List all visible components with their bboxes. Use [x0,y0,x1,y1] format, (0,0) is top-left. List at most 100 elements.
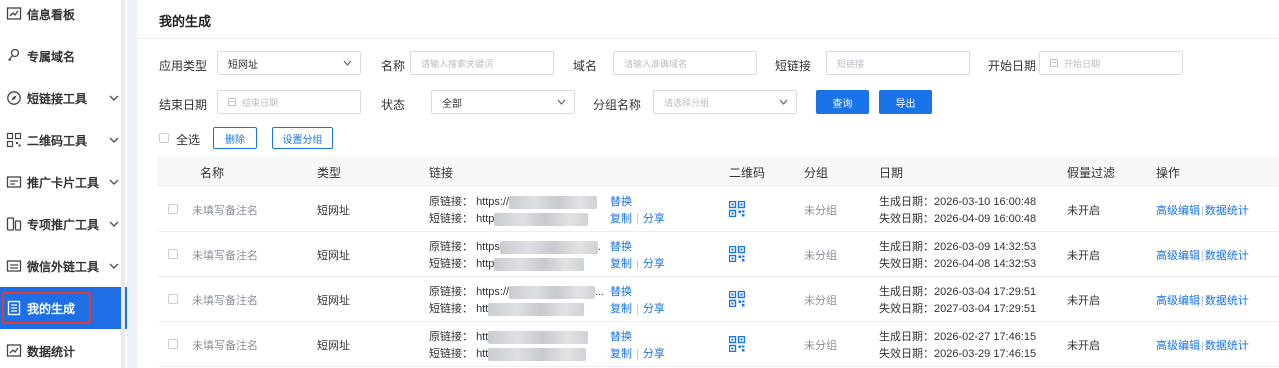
row-created: 生成日期：2026-03-04 17:29:51 [879,283,1036,299]
short-prefix: htt [476,303,489,315]
replace-link[interactable]: 替换 [610,283,632,299]
start-date-input[interactable]: 开始日期 [1039,51,1183,75]
share-link[interactable]: 分享 [643,213,665,225]
short-prefix: htt [476,348,489,360]
expires-label: 失效日期： [879,213,934,225]
name-input[interactable]: 请输入搜索关键词 [410,51,554,75]
sidebar-item-card[interactable]: 推广卡片工具 [0,161,127,203]
table-row: 未填写备注名 短网址 原链接： https. 短链接： http 替换 复制 | 分… [157,232,1279,277]
advanced-edit-link[interactable]: 高级编辑 [1156,295,1200,307]
sidebar-item-shortlink[interactable]: 短链接工具 [0,77,127,119]
sidebar-item-my-generated[interactable]: 我的生成 [0,287,127,329]
data-stats-link[interactable]: 数据统计 [1205,295,1249,307]
select-all-checkbox[interactable] [159,133,169,143]
row-type: 短网址 [317,205,350,217]
share-link[interactable]: 分享 [643,348,665,360]
query-button[interactable]: 查询 [816,90,869,114]
table-row: 未填写备注名 短网址 原链接： https:// 短链接： http 替换 复制… [157,187,1279,232]
separator: | [636,303,639,315]
col-link: 链接 [429,166,454,180]
redacted-url [494,212,589,226]
separator: | [1201,250,1204,262]
row-link-actions: 复制 | 分享 [610,210,665,226]
row-type: 短网址 [317,295,350,307]
orig-label: 原链接： [429,196,473,208]
row-checkbox[interactable] [168,294,178,304]
copy-link[interactable]: 复制 [610,213,632,225]
status-select[interactable]: 全部 [431,90,575,114]
copy-link[interactable]: 复制 [610,348,632,360]
row-checkbox[interactable] [168,204,178,214]
replace-link[interactable]: 替换 [610,193,632,209]
sidebar-item-label: 微信外链工具 [27,259,100,274]
short-label: 短链接： [429,213,473,225]
row-checkbox[interactable] [168,249,178,259]
advanced-edit-link[interactable]: 高级编辑 [1156,340,1200,352]
row-expires: 失效日期：2027-03-04 17:29:51 [879,300,1036,316]
replace-link[interactable]: 替换 [610,238,632,254]
orig-prefix: https:// [476,286,510,298]
advanced-edit-link[interactable]: 高级编辑 [1156,205,1200,217]
sidebar-item-stats[interactable]: 数据统计 [0,330,127,368]
chevron-down-icon [109,179,119,185]
domain-input[interactable]: 请输入准确域名 [613,51,757,75]
divider [137,38,1279,39]
expires-value: 2026-03-29 17:46:15 [934,348,1037,360]
data-stats-link[interactable]: 数据统计 [1205,340,1249,352]
created-value: 2026-02-27 17:46:15 [934,331,1037,343]
share-link[interactable]: 分享 [643,303,665,315]
compass-icon [6,90,22,106]
main-panel: 我的生成 应用类型 短网址 名称 请输入搜索关键词 域名 请输入准确域名 短链接… [137,0,1279,368]
end-date-input[interactable]: 结束日期 [217,90,361,114]
sidebar-item-label: 信息看板 [27,7,76,22]
delete-button[interactable]: 删除 [213,127,257,149]
row-expires: 失效日期：2026-04-09 16:00:48 [879,210,1036,226]
sidebar-scrollbar[interactable] [121,0,125,368]
row-link-actions: 复制 | 分享 [610,300,665,316]
short-label: 短链接： [429,348,473,360]
row-name: 未填写备注名 [192,340,258,352]
orig-link: 原链接： https://... [429,283,604,299]
created-value: 2026-03-09 14:32:53 [934,241,1037,253]
expires-value: 2026-04-09 16:00:48 [934,213,1037,225]
expires-label: 失效日期： [879,348,934,360]
short-label: 短链接： [429,258,473,270]
sidebar-item-domain[interactable]: 专属域名 [0,35,127,77]
export-button[interactable]: 导出 [879,90,932,114]
sidebar-item-dashboard[interactable]: 信息看板 [0,0,127,35]
advanced-edit-link[interactable]: 高级编辑 [1156,250,1200,262]
row-link-actions: 复制 | 分享 [610,255,665,271]
data-stats-link[interactable]: 数据统计 [1205,250,1249,262]
row-name: 未填写备注名 [192,205,258,217]
name-label: 名称 [381,59,406,73]
sidebar-item-qrcode[interactable]: 二维码工具 [0,119,127,161]
app-type-select[interactable]: 短网址 [217,51,361,75]
row-checkbox[interactable] [168,339,178,349]
qrcode-icon[interactable] [729,201,745,217]
qrcode-icon[interactable] [729,246,745,262]
expires-value: 2026-04-08 14:32:53 [934,258,1037,270]
row-group: 未分组 [804,205,837,217]
short-link: 短链接： htt [429,300,585,316]
copy-link[interactable]: 复制 [610,303,632,315]
short-link-input[interactable]: 短链接 [826,51,970,75]
share-link[interactable]: 分享 [643,258,665,270]
sidebar-item-label: 推广卡片工具 [27,175,100,190]
created-label: 生成日期： [879,331,934,343]
copy-link[interactable]: 复制 [610,258,632,270]
link-domain-icon [6,48,22,64]
row-group: 未分组 [804,250,837,262]
sidebar-item-wechat[interactable]: 微信外链工具 [0,245,127,287]
group-select[interactable]: 请选择分组 [653,90,797,114]
data-stats-link[interactable]: 数据统计 [1205,205,1249,217]
qrcode-icon[interactable] [729,291,745,307]
qrcode-icon[interactable] [729,336,745,352]
sidebar-item-special[interactable]: 专项推广工具 [0,203,127,245]
short-link-placeholder: 短链接 [837,58,865,69]
row-expires: 失效日期：2026-04-08 14:32:53 [879,255,1036,271]
short-link-label: 短链接 [775,59,812,73]
replace-link[interactable]: 替换 [610,328,632,344]
set-group-button[interactable]: 设置分组 [272,127,333,149]
orig-label: 原链接： [429,286,473,298]
sidebar-item-label: 数据统计 [27,344,76,359]
